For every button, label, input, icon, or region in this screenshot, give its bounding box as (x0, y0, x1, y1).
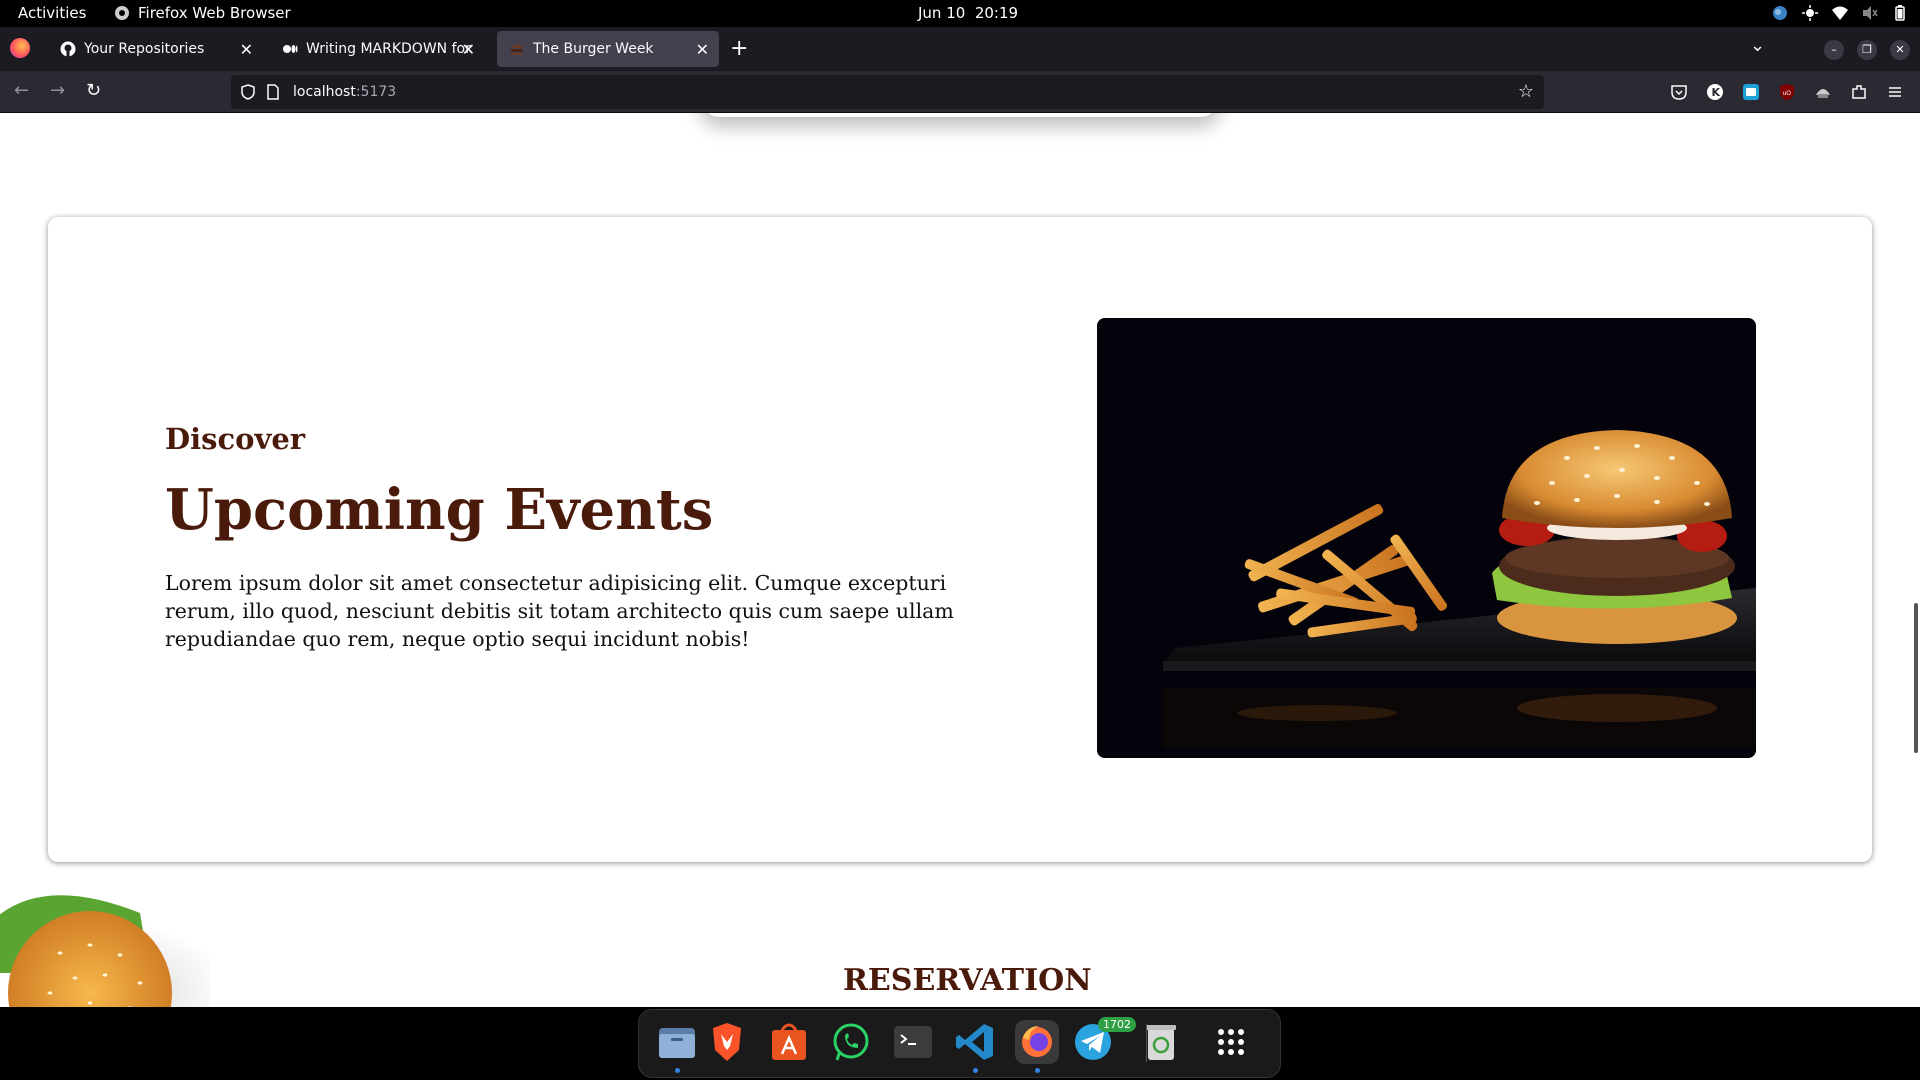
running-indicator (1035, 1068, 1040, 1073)
tab-strip: Your Repositories ✕ Writing MARKDOWN for… (0, 27, 1920, 71)
firefox-app-icon (115, 6, 129, 20)
tab-your-repositories[interactable]: Your Repositories ✕ (48, 31, 263, 67)
svg-text:K: K (1712, 86, 1721, 99)
app-grid-icon[interactable] (1209, 1020, 1253, 1064)
minimize-button[interactable]: – (1824, 40, 1844, 60)
new-tab-button[interactable]: + (730, 36, 748, 61)
restore-button[interactable]: ❐ (1857, 40, 1877, 60)
close-tab-icon[interactable]: ✕ (462, 40, 475, 59)
section-eyebrow: Discover (165, 422, 306, 456)
url-port: :5173 (355, 84, 397, 100)
app-center-icon[interactable] (767, 1020, 811, 1064)
decorative-burger-image (0, 895, 210, 1007)
night-light-icon (1802, 5, 1818, 21)
tab-title: Your Repositories (84, 41, 205, 57)
github-icon (60, 41, 76, 57)
activities-button[interactable]: Activities (18, 4, 86, 22)
bookmark-star-icon[interactable]: ☆ (1518, 81, 1534, 102)
svg-text:uO: uO (1783, 90, 1792, 97)
site-header-shadow (700, 113, 1220, 117)
tab-title: The Burger Week (533, 41, 654, 57)
system-tray[interactable] (1772, 5, 1908, 21)
volume-muted-icon (1863, 6, 1878, 20)
tab-writing-markdown[interactable]: Writing MARKDOWN for yo ✕ (270, 31, 485, 67)
clock-date: Jun 10 (918, 4, 966, 22)
page-info-icon[interactable] (267, 84, 279, 100)
reservation-heading: RESERVATION (843, 963, 1092, 998)
medium-icon (283, 45, 298, 53)
dock (638, 1009, 1281, 1078)
reload-icon[interactable]: ↻ (86, 80, 101, 101)
url-text[interactable]: localhost:5173 (293, 84, 396, 100)
firefox-view-icon[interactable] (10, 38, 30, 58)
url-host: localhost (293, 84, 356, 100)
hamburger-menu-icon[interactable] (1886, 83, 1904, 101)
firefox-icon[interactable] (1015, 1020, 1059, 1064)
url-bar[interactable]: localhost:5173 ☆ (231, 75, 1544, 109)
section-heading: Upcoming Events (165, 477, 714, 543)
burger-and-fries-image (1097, 318, 1756, 758)
extensions-puzzle-icon[interactable] (1850, 83, 1868, 101)
clock[interactable]: Jun 10 20:19 (918, 4, 1018, 22)
tab-title: Writing MARKDOWN for yo (306, 41, 471, 57)
running-indicator (973, 1068, 978, 1073)
wifi-icon (1832, 6, 1848, 20)
extension-k-icon[interactable]: K (1706, 83, 1724, 101)
back-arrow-icon[interactable]: ← (14, 80, 29, 101)
tracking-shield-icon[interactable] (241, 84, 255, 100)
page-viewport: Discover Upcoming Events Lorem ipsum dol… (0, 113, 1920, 1007)
running-indicator (675, 1068, 680, 1073)
telegram-unread-badge: 1702 (1098, 1017, 1136, 1032)
dock-separator (1146, 1024, 1147, 1062)
password-manager-icon[interactable] (1814, 83, 1832, 101)
app-menu[interactable]: Firefox Web Browser (114, 4, 291, 22)
battery-icon (1895, 5, 1905, 21)
vscode-icon[interactable] (953, 1020, 997, 1064)
system-top-bar: Activities Firefox Web Browser Jun 10 20… (0, 0, 1920, 27)
page-scrollbar[interactable] (1914, 603, 1918, 753)
pocket-icon[interactable] (1670, 83, 1688, 101)
app-name-label: Firefox Web Browser (138, 4, 291, 22)
ublock-origin-icon[interactable]: uO (1778, 83, 1796, 101)
brave-icon[interactable] (705, 1020, 749, 1064)
clock-time: 20:19 (974, 4, 1019, 22)
tab-the-burger-week[interactable]: The Burger Week ✕ (497, 31, 719, 67)
close-window-button[interactable]: ✕ (1890, 40, 1910, 60)
files-icon[interactable] (655, 1020, 699, 1064)
close-tab-icon[interactable]: ✕ (240, 40, 253, 59)
forward-arrow-icon[interactable]: → (50, 80, 65, 101)
terminal-icon[interactable] (891, 1020, 935, 1064)
vpn-globe-icon (1773, 6, 1787, 20)
close-tab-icon[interactable]: ✕ (696, 40, 709, 59)
burger-favicon-icon (511, 44, 523, 55)
translate-extension-icon[interactable] (1742, 83, 1760, 101)
section-description: Lorem ipsum dolor sit amet consectetur a… (165, 571, 954, 651)
whatsapp-icon[interactable] (829, 1020, 873, 1064)
burger-photo-illustration (1097, 318, 1756, 758)
list-all-tabs-chevron-icon[interactable]: ⌄ (1750, 35, 1765, 56)
navigation-toolbar: ← → ↻ localhost:5173 ☆ K uO (0, 71, 1920, 113)
